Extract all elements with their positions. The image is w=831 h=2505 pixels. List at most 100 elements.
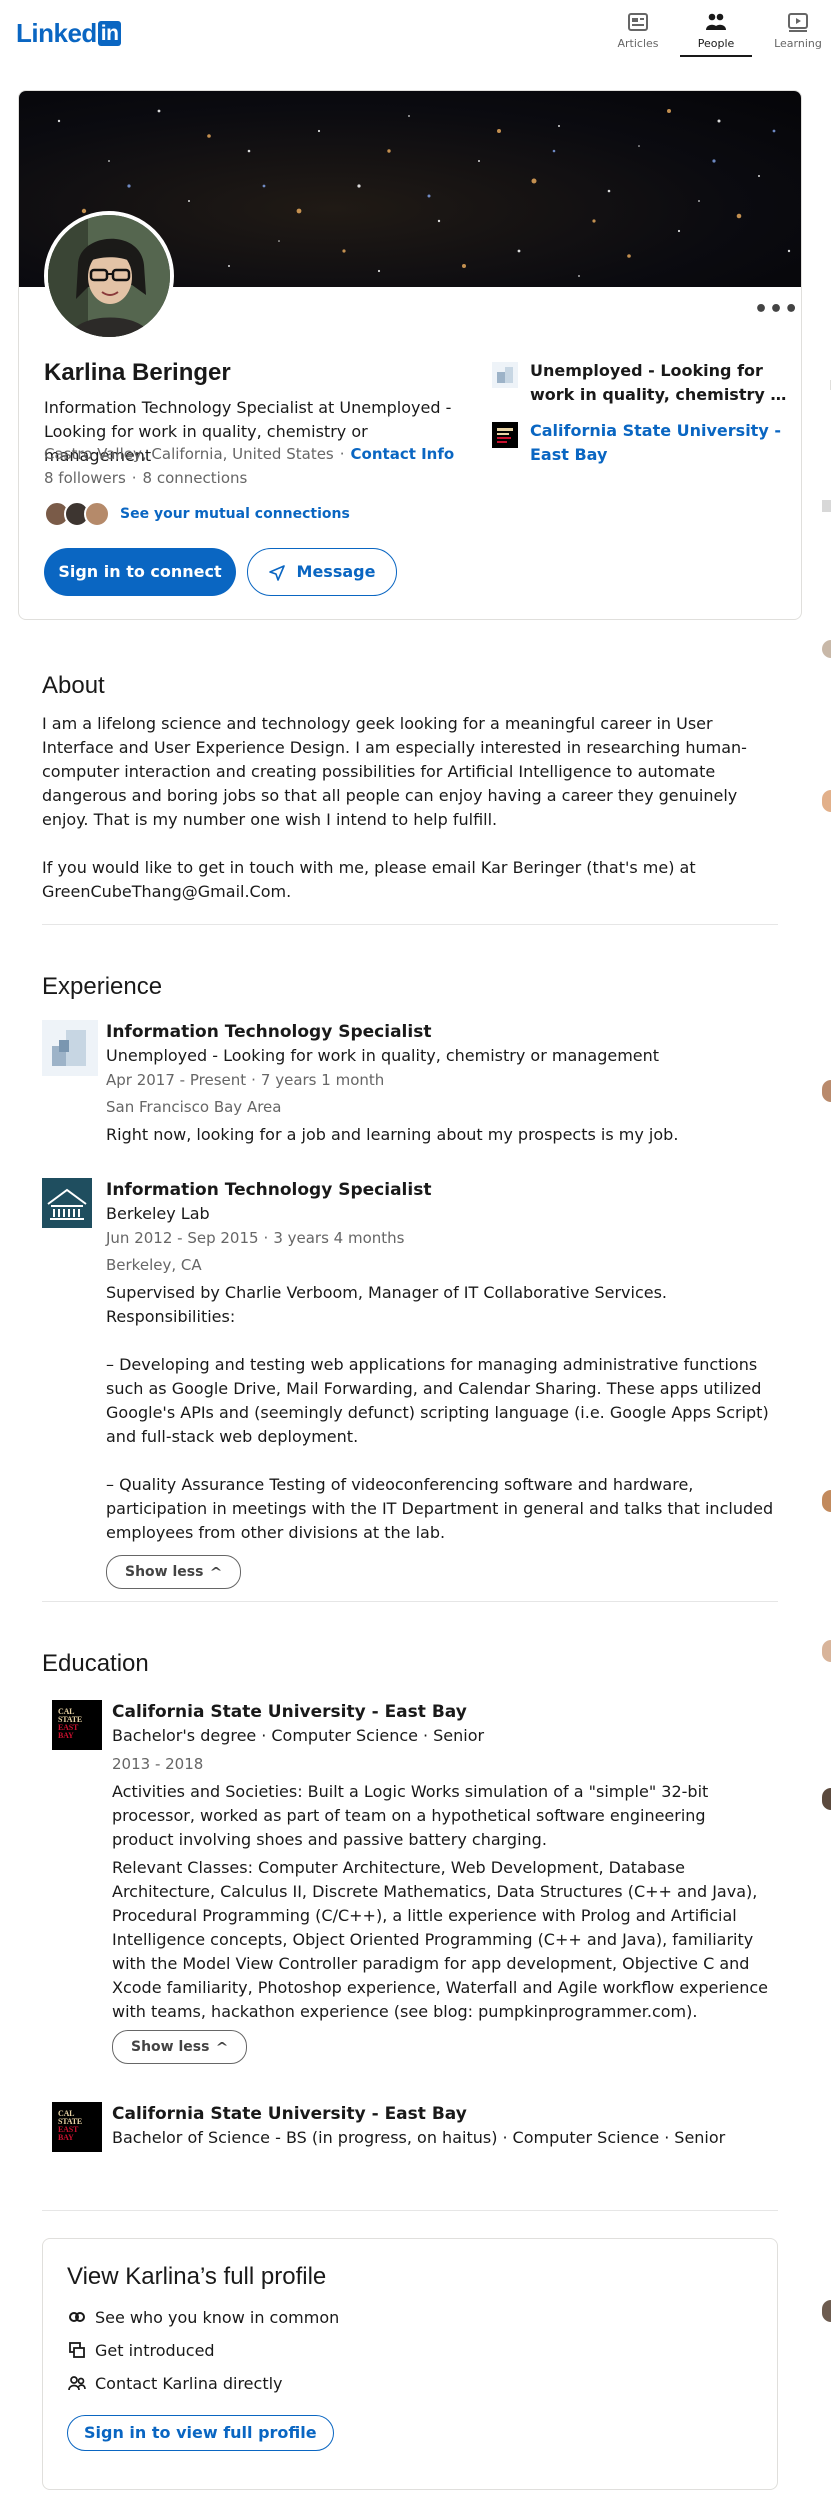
education-item: CAL STATE EAST BAY California State Univ… bbox=[52, 2102, 772, 2152]
show-less-button[interactable]: Show less ^ bbox=[112, 2030, 247, 2064]
contact-info-link[interactable]: Contact Info bbox=[351, 445, 455, 463]
school-name[interactable]: California State University - East Bay bbox=[112, 2102, 772, 2126]
nav-articles[interactable]: Articles bbox=[606, 10, 670, 50]
section-divider bbox=[42, 1601, 778, 1602]
followers-count: 8 followers bbox=[44, 469, 126, 487]
about-text: I am a lifelong science and technology g… bbox=[42, 712, 778, 904]
job-title[interactable]: Information Technology Specialist bbox=[106, 1178, 778, 1202]
nav-people[interactable]: People bbox=[680, 10, 752, 57]
company-logo-placeholder-icon bbox=[42, 1020, 98, 1076]
contact-people-icon bbox=[68, 2376, 86, 2391]
sign-in-to-connect-button[interactable]: Sign in to connect bbox=[44, 548, 236, 596]
current-education-name: California State University - East Bay bbox=[530, 421, 781, 464]
separator-dot: · bbox=[131, 469, 137, 487]
right-rail-avatar bbox=[822, 1640, 831, 1662]
grade: Senior bbox=[674, 2128, 726, 2147]
separator-dot: · bbox=[261, 1726, 267, 1745]
job-location: San Francisco Bay Area bbox=[106, 1098, 282, 1116]
top-nav: Linked in Articles People Learning bbox=[0, 0, 831, 60]
separator-dot: · bbox=[339, 445, 345, 463]
berkeley-lab-logo bbox=[42, 1178, 92, 1228]
profile-location-row: Castro Valley, California, United States… bbox=[44, 445, 454, 463]
about-paragraph: If you would like to get in touch with m… bbox=[42, 858, 696, 901]
about-section: About I am a lifelong science and techno… bbox=[42, 672, 778, 904]
people-icon bbox=[706, 13, 726, 30]
learning-icon bbox=[788, 13, 808, 32]
current-company[interactable]: Unemployed - Looking for work in quality… bbox=[492, 359, 792, 407]
field-of-study: Computer Science bbox=[271, 1726, 419, 1745]
nav-learning-label: Learning bbox=[774, 37, 822, 50]
full-profile-benefit-label: Contact Karlina directly bbox=[95, 2373, 283, 2393]
show-less-label: Show less bbox=[131, 2039, 210, 2055]
separator-dot: · bbox=[263, 1229, 269, 1247]
right-rail-avatar bbox=[822, 640, 831, 658]
current-education[interactable]: California State University - East Bay bbox=[492, 419, 792, 467]
mutual-connections-link[interactable]: See your mutual connections bbox=[120, 506, 350, 522]
current-positions: Unemployed - Looking for work in quality… bbox=[492, 359, 792, 479]
job-dates-row: Apr 2017 - Present · 7 years 1 month bbox=[106, 1068, 778, 1092]
full-profile-benefit-label: Get introduced bbox=[95, 2340, 215, 2360]
csu-logo-mark bbox=[497, 428, 513, 443]
job-description: Supervised by Charlie Verboom, Manager o… bbox=[106, 1281, 778, 1545]
degree: Bachelor's degree bbox=[112, 1726, 257, 1745]
right-rail-avatar bbox=[822, 2300, 831, 2322]
job-description: Right now, looking for a job and learnin… bbox=[106, 1125, 679, 1144]
degree: Bachelor of Science - BS (in progress, o… bbox=[112, 2128, 498, 2147]
logo-box: in bbox=[97, 21, 122, 46]
profile-card: ••• Karlina Beringer Information Technol… bbox=[18, 90, 802, 620]
show-less-button[interactable]: Show less ^ bbox=[106, 1555, 241, 1589]
send-icon bbox=[268, 564, 285, 581]
chevron-up-icon: ^ bbox=[215, 2040, 230, 2054]
articles-icon bbox=[628, 13, 648, 31]
school-name[interactable]: California State University - East Bay bbox=[112, 1700, 772, 1724]
education-heading: Education bbox=[42, 1650, 149, 1677]
avatar-portrait bbox=[48, 215, 170, 337]
nav-articles-label: Articles bbox=[617, 37, 659, 50]
show-less-label: Show less bbox=[125, 1564, 204, 1580]
education-section: Education bbox=[42, 1650, 778, 1678]
connections-count: 8 connections bbox=[142, 469, 248, 487]
job-description-paragraph: Supervised by Charlie Verboom, Manager o… bbox=[106, 1283, 668, 1326]
separator-dot: · bbox=[251, 1071, 256, 1089]
about-paragraph: I am a lifelong science and technology g… bbox=[42, 714, 747, 829]
section-divider bbox=[42, 2210, 778, 2211]
degree-row: Bachelor of Science - BS (in progress, o… bbox=[112, 2126, 772, 2150]
job-description-paragraph: – Developing and testing web application… bbox=[106, 1355, 769, 1446]
education-activities: Activities and Societies: Built a Logic … bbox=[112, 1782, 709, 1849]
job-location: Berkeley, CA bbox=[106, 1256, 202, 1274]
job-company[interactable]: Berkeley Lab bbox=[106, 1202, 778, 1226]
more-actions-icon[interactable]: ••• bbox=[754, 293, 798, 333]
job-dates-row: Jun 2012 - Sep 2015 · 3 years 4 months bbox=[106, 1226, 778, 1250]
full-profile-benefit: Get introduced bbox=[67, 2340, 753, 2360]
experience-item: Information Technology Specialist Berkel… bbox=[42, 1178, 778, 1589]
csu-logo: CAL STATE EAST BAY bbox=[52, 1700, 102, 1750]
profile-avatar[interactable] bbox=[44, 211, 174, 341]
full-profile-benefit-label: See who you know in common bbox=[95, 2307, 340, 2327]
job-company: Unemployed - Looking for work in quality… bbox=[106, 1046, 660, 1065]
job-dates: Jun 2012 - Sep 2015 bbox=[106, 1229, 259, 1247]
right-rail-avatar bbox=[822, 790, 831, 812]
linkedin-logo[interactable]: Linked in bbox=[16, 18, 122, 49]
message-button-label: Message bbox=[296, 562, 376, 581]
nav-people-label: People bbox=[697, 37, 735, 50]
experience-heading: Experience bbox=[42, 973, 163, 1000]
mutual-connections[interactable]: See your mutual connections bbox=[44, 501, 350, 527]
csu-logo: CAL STATE EAST BAY bbox=[52, 2102, 102, 2152]
mutual-avatar bbox=[84, 501, 110, 527]
field-of-study: Computer Science bbox=[512, 2128, 660, 2147]
job-duration: 3 years 4 months bbox=[273, 1229, 405, 1247]
education-item: CAL STATE EAST BAY California State Univ… bbox=[52, 1700, 772, 2064]
right-rail-avatar bbox=[822, 1080, 831, 1102]
current-company-name: Unemployed - Looking for work in quality… bbox=[530, 361, 790, 404]
profile-location: Castro Valley, California, United States bbox=[44, 445, 334, 463]
sign-in-full-profile-button[interactable]: Sign in to view full profile bbox=[67, 2415, 334, 2451]
grade: Senior bbox=[433, 1726, 485, 1745]
experience-item: Information Technology Specialist Unempl… bbox=[42, 1020, 778, 1147]
message-button[interactable]: Message bbox=[247, 548, 397, 596]
job-title[interactable]: Information Technology Specialist bbox=[106, 1020, 778, 1044]
experience-section: Experience bbox=[42, 973, 778, 1001]
full-profile-heading: View Karlina’s full profile bbox=[67, 2263, 327, 2290]
education-classes: Relevant Classes: Computer Architecture,… bbox=[112, 1858, 768, 2021]
nav-learning[interactable]: Learning bbox=[766, 10, 830, 50]
separator-dot: · bbox=[423, 1726, 429, 1745]
